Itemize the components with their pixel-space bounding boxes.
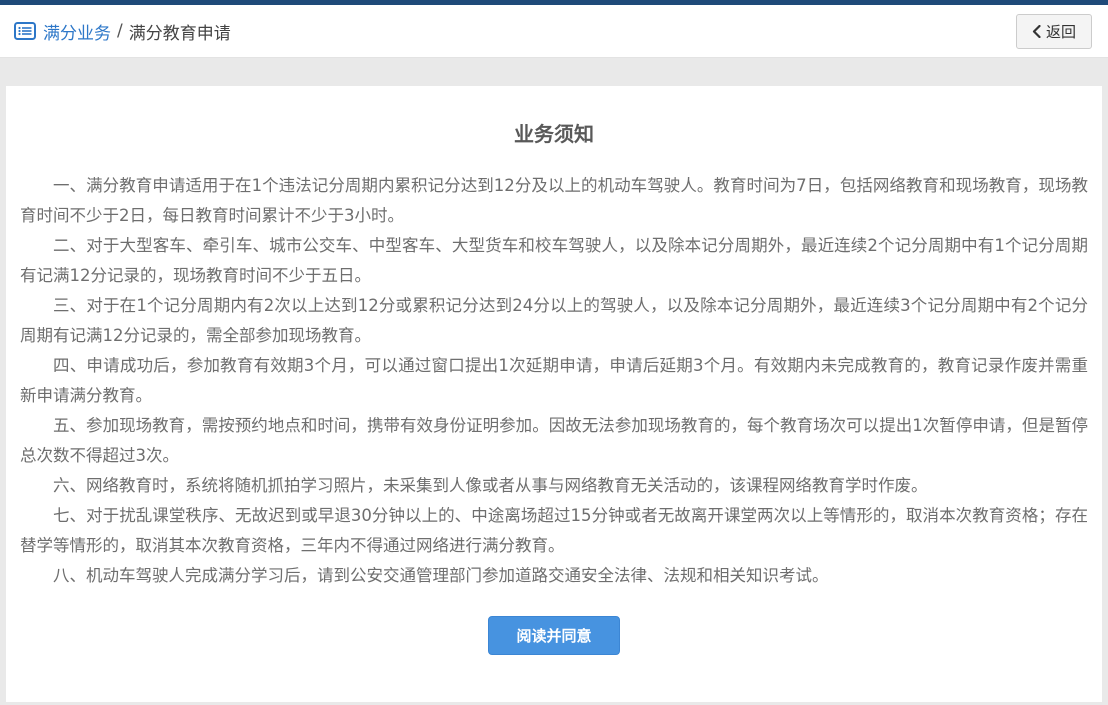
back-button[interactable]: 返回 <box>1016 14 1092 49</box>
breadcrumb: 满分业务 / 满分教育申请 <box>14 19 231 44</box>
notice-paragraph-2: 二、对于大型客车、牵引车、城市公交车、中型客车、大型货车和校车驾驶人，以及除本记… <box>20 231 1088 291</box>
notice-title: 业务须知 <box>6 118 1102 147</box>
notice-paragraph-1: 一、满分教育申请适用于在1个违法记分周期内累积记分达到12分及以上的机动车驾驶人… <box>20 171 1088 231</box>
notice-paragraph-6: 六、网络教育时，系统将随机抓拍学习照片，未采集到人像或者从事与网络教育无关活动的… <box>20 471 1088 501</box>
notice-body: 一、满分教育申请适用于在1个违法记分周期内累积记分达到12分及以上的机动车驾驶人… <box>6 171 1102 591</box>
list-icon <box>14 21 36 41</box>
read-and-agree-button[interactable]: 阅读并同意 <box>488 616 619 655</box>
notice-paragraph-7: 七、对于扰乱课堂秩序、无故迟到或早退30分钟以上的、中途离场超过15分钟或者无故… <box>20 501 1088 561</box>
notice-paragraph-3: 三、对于在1个记分周期内有2次以上达到12分或累积记分达到24分以上的驾驶人，以… <box>20 291 1088 351</box>
back-button-label: 返回 <box>1046 21 1076 42</box>
breadcrumb-root-link[interactable]: 满分业务 <box>43 19 111 44</box>
breadcrumb-separator: / <box>117 21 123 41</box>
breadcrumb-current: 满分教育申请 <box>129 19 231 44</box>
notice-paragraph-4: 四、申请成功后，参加教育有效期3个月，可以通过窗口提出1次延期申请，申请后延期3… <box>20 351 1088 411</box>
notice-panel: 业务须知 一、满分教育申请适用于在1个违法记分周期内累积记分达到12分及以上的机… <box>6 86 1102 702</box>
notice-paragraph-5: 五、参加现场教育，需按预约地点和时间，携带有效身份证明参加。因故无法参加现场教育… <box>20 411 1088 471</box>
agree-button-row: 阅读并同意 <box>6 616 1102 655</box>
page-header: 满分业务 / 满分教育申请 返回 <box>0 5 1108 58</box>
notice-paragraph-8: 八、机动车驾驶人完成满分学习后，请到公安交通管理部门参加道路交通安全法律、法规和… <box>20 561 1088 591</box>
chevron-left-icon <box>1032 25 1041 38</box>
